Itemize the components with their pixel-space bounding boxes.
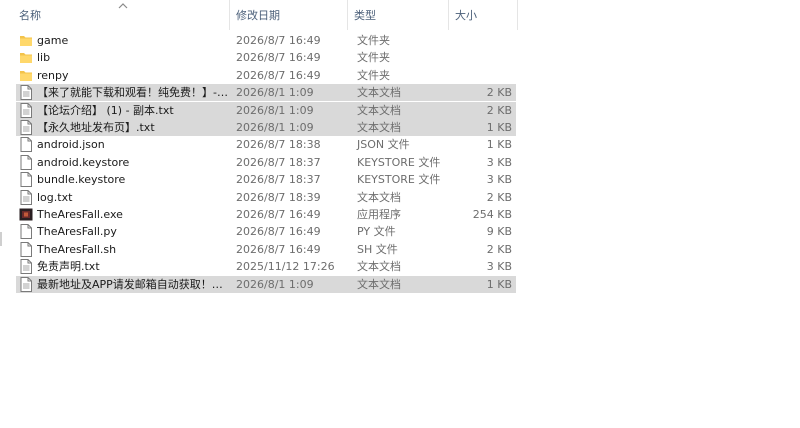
file-modified-date: 2026/8/7 16:49: [236, 68, 321, 82]
file-row[interactable]: android.json 2026/8/7 18:38 JSON 文件 1 KB: [16, 136, 516, 153]
file-row[interactable]: 最新地址及APP请发邮箱自动获取！！！... 2026/8/1 1:09 文本文档 1…: [16, 275, 516, 293]
file-icon: [19, 172, 33, 188]
file-name: game: [37, 34, 69, 47]
file-row[interactable]: renpy 2026/8/7 16:49 文件夹: [16, 67, 516, 84]
file-modified-date: 2026/8/1 1:09: [236, 103, 314, 117]
file-name: android.json: [37, 138, 105, 152]
file-row[interactable]: android.keystore 2026/8/7 18:37 KEYSTORE 文…: [16, 154, 516, 171]
file-type: 应用程序: [357, 208, 401, 221]
file-modified-date: 2026/8/7 18:37: [236, 155, 321, 169]
file-row[interactable]: TheAresFall.sh 2026/8/7 16:49 SH 文件 2 KB: [16, 241, 516, 258]
column-header-size[interactable]: 大小: [449, 0, 518, 30]
file-modified-date: 2026/8/7 18:37: [236, 173, 321, 187]
file-name: android.keystore: [37, 155, 130, 169]
file-icon: [19, 224, 33, 240]
file-list: 名称 修改日期 类型 大小 game 2026/8/7 16:49 文件夹 lib 20…: [0, 0, 520, 428]
app-icon: [19, 207, 33, 222]
folder-icon: [19, 68, 33, 83]
file-icon: [19, 137, 33, 153]
file-name: lib: [37, 51, 51, 65]
file-size: 2 KB: [486, 103, 512, 117]
file-modified-date: 2026/8/1 1:09: [236, 277, 314, 291]
file-modified-date: 2025/11/12 17:26: [236, 260, 335, 274]
file-type: 文本文档: [357, 260, 401, 274]
file-modified-date: 2026/8/1 1:09: [236, 86, 314, 100]
text-file-icon: [19, 259, 33, 275]
file-type: SH 文件: [357, 242, 398, 256]
file-name: TheAresFall.exe: [37, 208, 123, 221]
column-header-date[interactable]: 修改日期: [230, 0, 348, 30]
file-modified-date: 2026/8/7 16:49: [236, 34, 321, 47]
file-size: 1 KB: [486, 121, 512, 134]
file-size: 9 KB: [486, 225, 512, 239]
file-icon: [19, 154, 33, 170]
file-type: 文件夹: [357, 34, 390, 47]
column-header-type[interactable]: 类型: [348, 0, 449, 30]
file-name: renpy: [37, 68, 69, 82]
file-name: 【论坛介绍】 (1) - 副本.txt: [37, 103, 174, 117]
column-header: 名称 修改日期 类型 大小: [0, 0, 520, 30]
file-name: bundle.keystore: [37, 173, 126, 187]
file-type: 文件夹: [357, 68, 390, 82]
pane-resize-handle[interactable]: [0, 232, 2, 246]
file-size: 2 KB: [486, 190, 512, 204]
file-modified-date: 2026/8/7 16:49: [236, 242, 321, 256]
file-name: 【永久地址发布页】.txt: [37, 121, 155, 134]
file-size: 3 KB: [486, 155, 512, 169]
file-icon: [19, 241, 33, 257]
file-type: 文本文档: [357, 86, 401, 100]
file-name: TheAresFall.py: [37, 225, 117, 239]
file-type: 文件夹: [357, 51, 390, 65]
file-row[interactable]: 【论坛介绍】 (1) - 副本.txt 2026/8/1 1:09 文本文档 2 KB: [16, 101, 516, 119]
text-file-icon: [19, 85, 33, 101]
file-name: 【来了就能下载和观看！纯免费！】- 副...: [37, 86, 229, 100]
file-row[interactable]: 免责声明.txt 2025/11/12 17:26 文本文档 3 KB: [16, 258, 516, 275]
file-type: 文本文档: [357, 103, 401, 117]
file-modified-date: 2026/8/7 16:49: [236, 225, 321, 239]
file-row[interactable]: 【永久地址发布页】.txt 2026/8/1 1:09 文本文档 1 KB: [16, 119, 516, 136]
file-type: KEYSTORE 文件: [357, 155, 441, 169]
folder-icon: [19, 33, 33, 48]
text-file-icon: [19, 276, 33, 292]
text-file-icon: [19, 120, 33, 135]
file-type: KEYSTORE 文件: [357, 173, 441, 187]
file-type: JSON 文件: [357, 138, 410, 152]
file-size: 3 KB: [486, 260, 512, 274]
file-row[interactable]: 【来了就能下载和观看！纯免费！】- 副... 2026/8/1 1:09 文本文档 2…: [16, 84, 516, 102]
file-type: 文本文档: [357, 190, 401, 204]
file-row[interactable]: log.txt 2026/8/7 18:39 文本文档 2 KB: [16, 189, 516, 206]
file-type: PY 文件: [357, 225, 396, 239]
file-type: 文本文档: [357, 277, 401, 291]
file-modified-date: 2026/8/7 16:49: [236, 208, 321, 221]
file-type: 文本文档: [357, 121, 401, 134]
file-size: 1 KB: [486, 138, 512, 152]
column-header-name[interactable]: 名称: [13, 0, 230, 30]
file-size: 1 KB: [486, 277, 512, 291]
file-row[interactable]: TheAresFall.exe 2026/8/7 16:49 应用程序 254 KB: [16, 206, 516, 223]
folder-icon: [19, 50, 33, 65]
file-name: 免责声明.txt: [37, 260, 100, 274]
text-file-icon: [19, 102, 33, 118]
file-row[interactable]: lib 2026/8/7 16:49 文件夹: [16, 49, 516, 66]
file-modified-date: 2026/8/7 16:49: [236, 51, 321, 65]
file-name: log.txt: [37, 190, 73, 204]
file-row[interactable]: game 2026/8/7 16:49 文件夹: [16, 32, 516, 49]
file-size: 254 KB: [472, 208, 512, 221]
file-modified-date: 2026/8/7 18:38: [236, 138, 321, 152]
file-name: TheAresFall.sh: [37, 242, 117, 256]
file-name: 最新地址及APP请发邮箱自动获取！！！...: [37, 277, 229, 291]
file-row[interactable]: TheAresFall.py 2026/8/7 16:49 PY 文件 9 KB: [16, 223, 516, 240]
file-modified-date: 2026/8/7 18:39: [236, 190, 321, 204]
text-file-icon: [19, 189, 33, 205]
file-modified-date: 2026/8/1 1:09: [236, 121, 314, 134]
file-size: 2 KB: [486, 86, 512, 100]
file-row[interactable]: bundle.keystore 2026/8/7 18:37 KEYSTORE 文件…: [16, 171, 516, 188]
file-size: 2 KB: [486, 242, 512, 256]
file-size: 3 KB: [486, 173, 512, 187]
